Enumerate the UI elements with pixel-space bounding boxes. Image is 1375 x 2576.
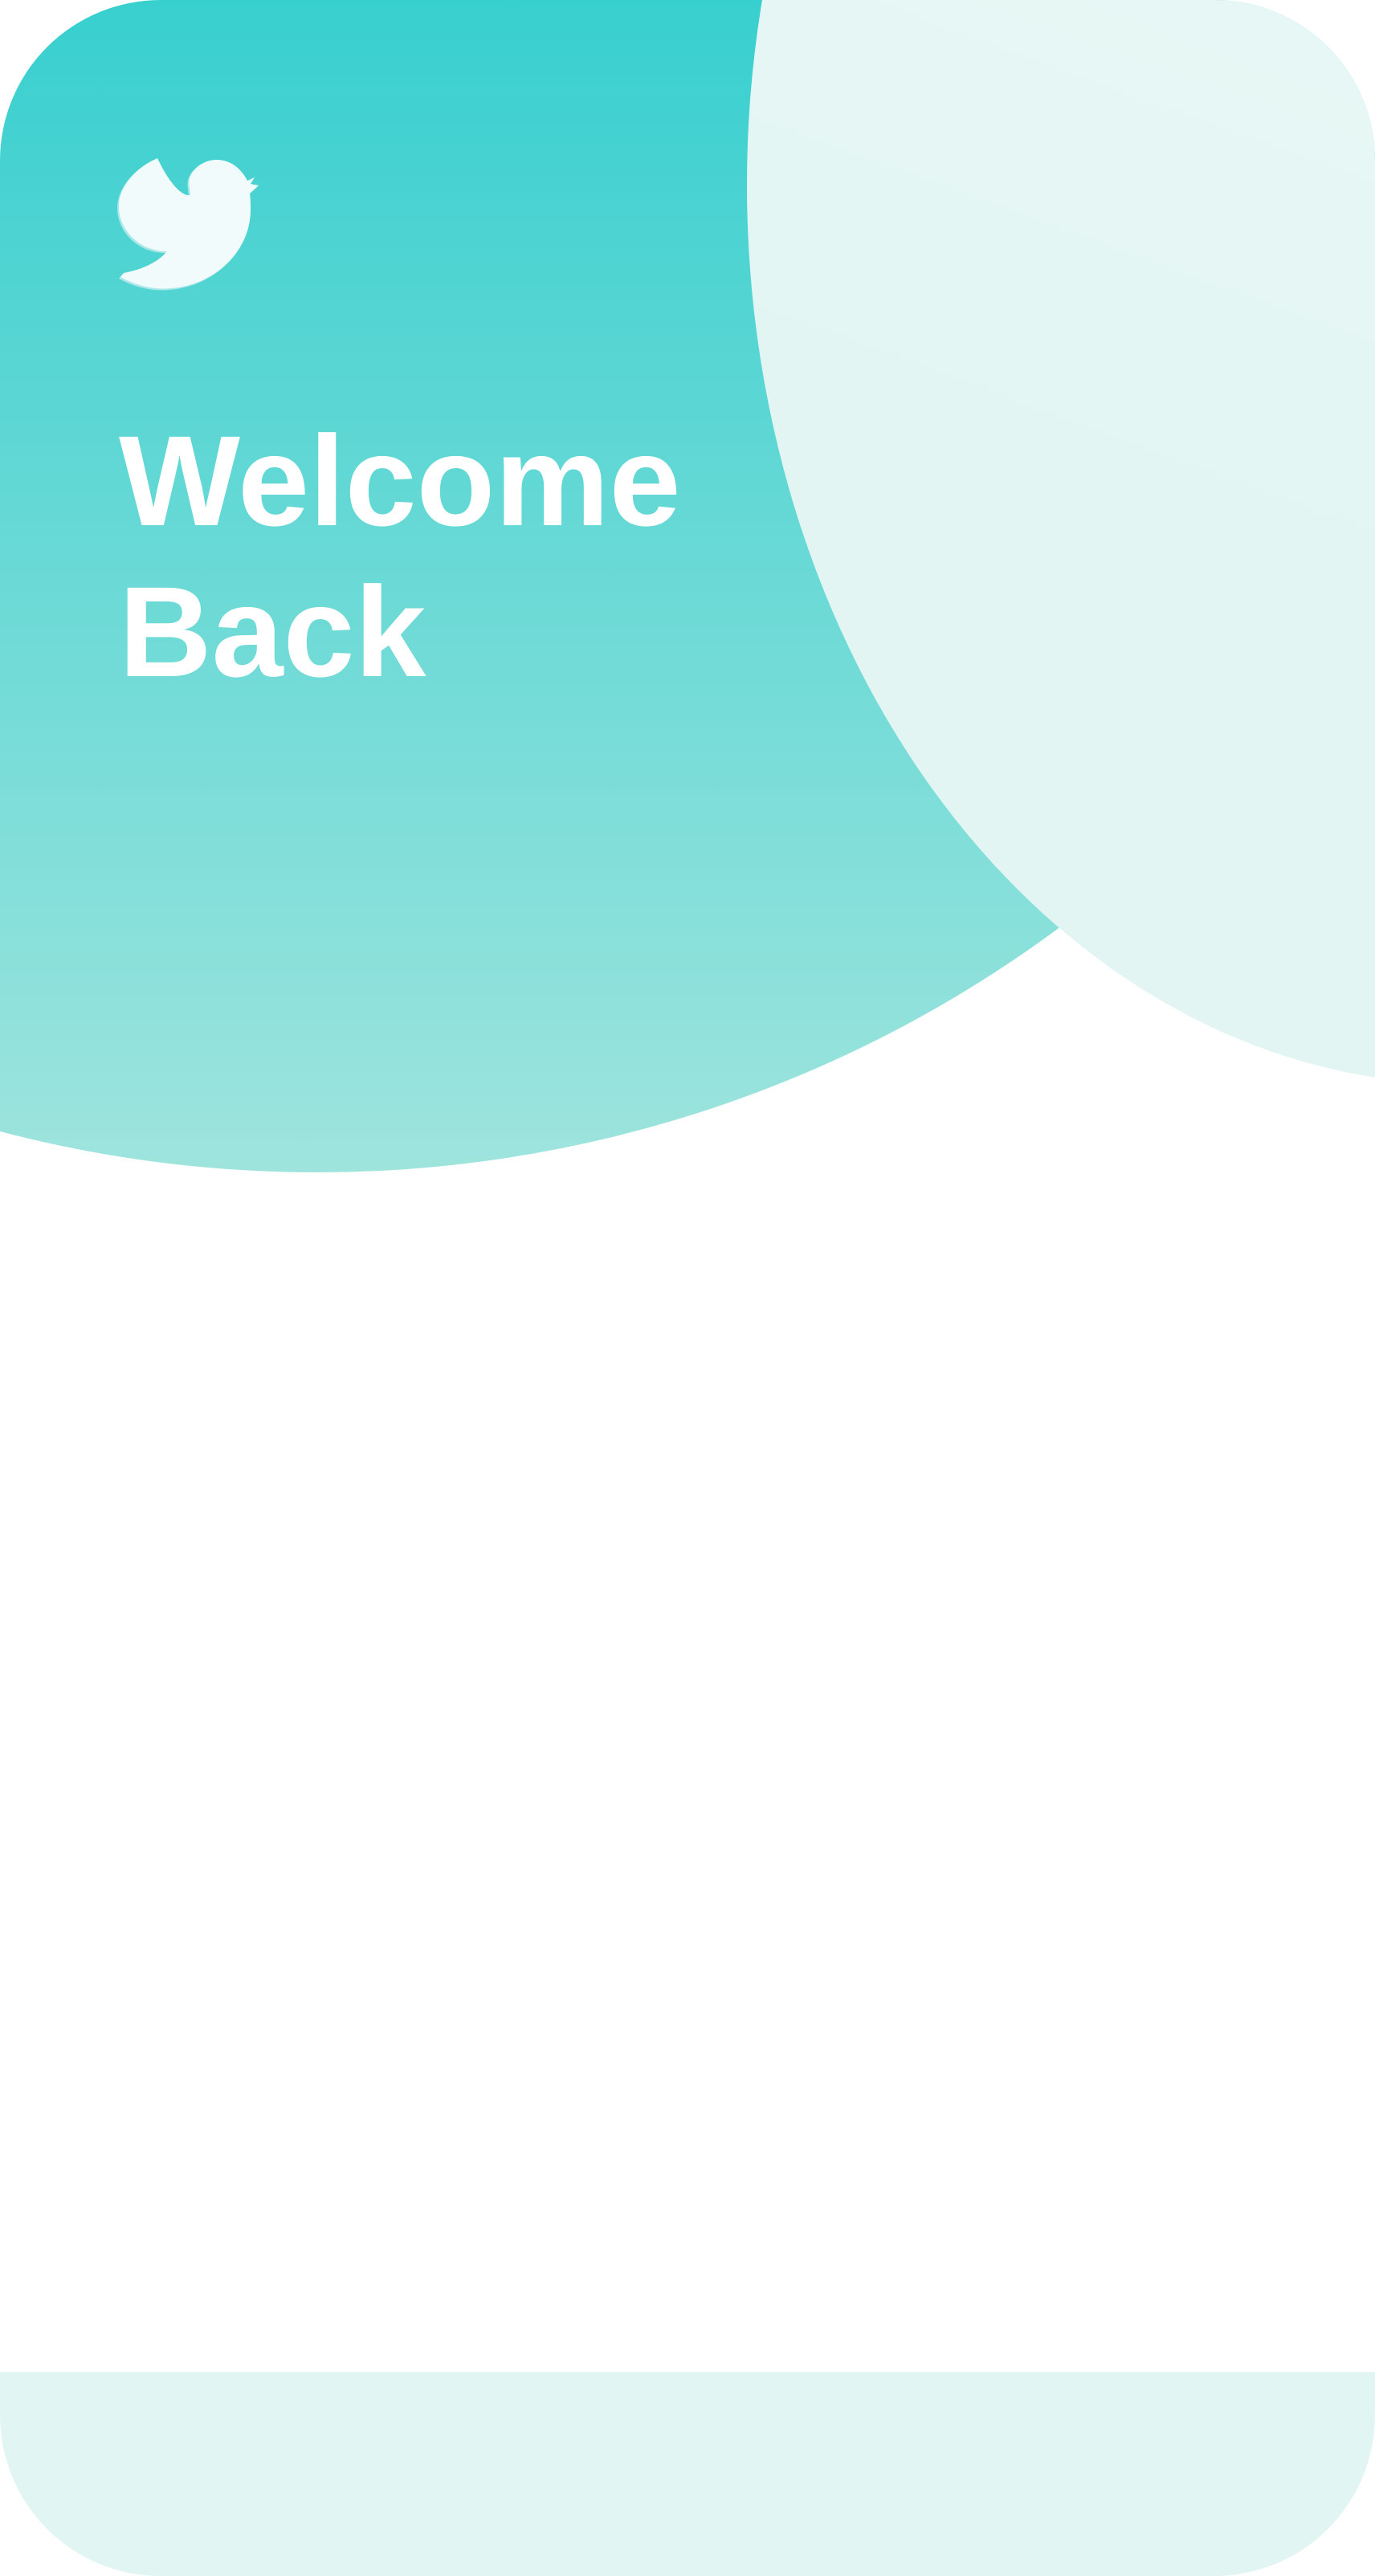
welcome-screen: Welcome Back	[0, 0, 1375, 2576]
heading-line-2: Back	[119, 560, 426, 703]
bird-logo-icon	[112, 149, 285, 309]
heading-line-1: Welcome	[119, 409, 681, 552]
bottom-panel	[0, 2372, 1375, 2576]
welcome-heading: Welcome Back	[119, 406, 745, 707]
